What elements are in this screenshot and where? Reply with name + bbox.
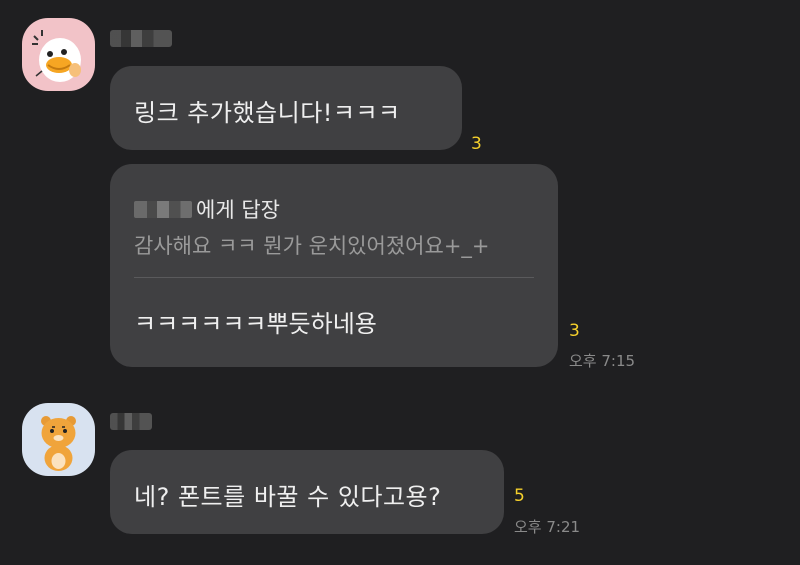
lion-character-icon <box>41 416 76 471</box>
reply-divider <box>134 277 534 278</box>
message-text: 링크 추가했습니다!ㅋㅋㅋ <box>134 99 401 127</box>
message-bubble[interactable]: 네? 폰트를 바꿀 수 있다고용? <box>110 450 504 534</box>
message-bubble[interactable]: 링크 추가했습니다!ㅋㅋㅋ <box>110 66 462 150</box>
message-timestamp: 오후 7:15 <box>569 352 636 370</box>
sender-name-blurred <box>110 413 152 430</box>
unread-count: 3 <box>471 134 482 154</box>
unread-count: 5 <box>514 486 525 506</box>
unread-count: 3 <box>569 321 580 341</box>
sender-name-blurred <box>110 30 172 47</box>
message-text: 네? 폰트를 바꿀 수 있다고용? <box>134 483 442 511</box>
reply-label: 에게 답장 <box>196 198 280 222</box>
message-text: ㅋㅋㅋㅋㅋㅋ뿌듯하네용 <box>134 310 377 338</box>
quoted-message[interactable]: 감사해요 ㅋㅋ 뭔가 운치있어졌어요+_+ <box>134 230 490 260</box>
message-timestamp: 오후 7:21 <box>514 518 581 536</box>
reply-message-bubble[interactable]: 에게 답장 감사해요 ㅋㅋ 뭔가 운치있어졌어요+_+ ㅋㅋㅋㅋㅋㅋ뿌듯하네용 <box>110 164 558 367</box>
reply-header: 에게 답장 <box>134 194 280 224</box>
sender-avatar-lion[interactable] <box>22 403 95 476</box>
sender-avatar-duck[interactable] <box>22 18 95 91</box>
duck-character-icon <box>32 30 81 82</box>
reply-target-name-blurred <box>134 200 192 218</box>
